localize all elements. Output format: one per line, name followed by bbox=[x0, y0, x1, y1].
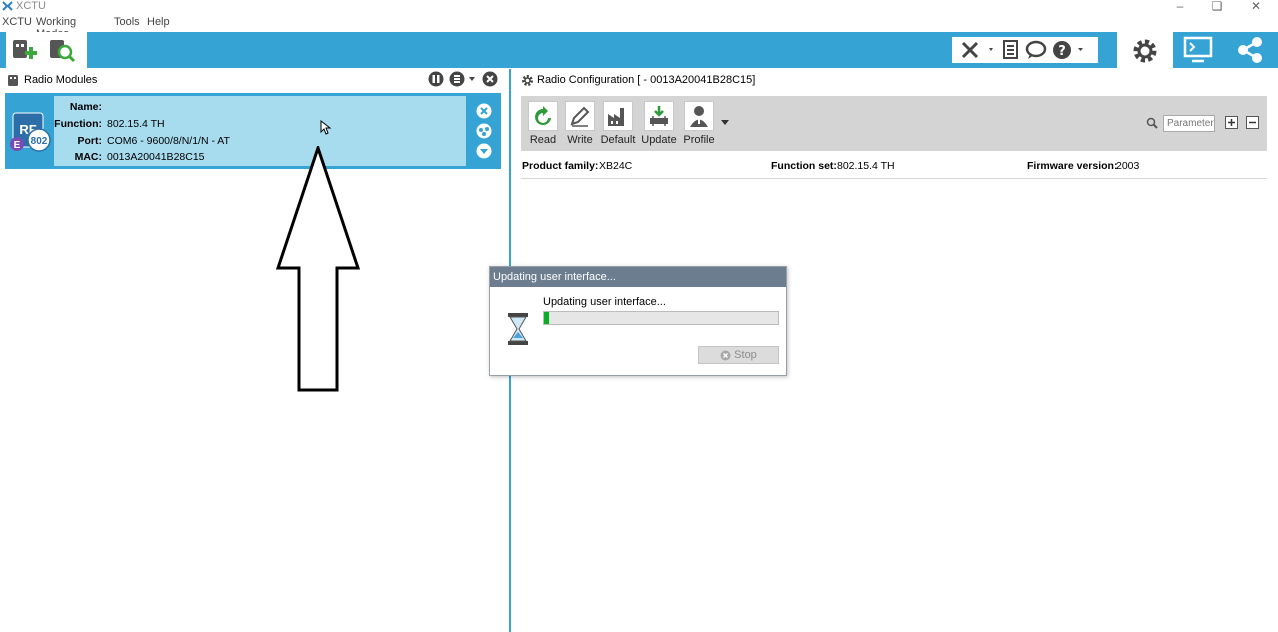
updating-dialog: Updating user interface... Updating user… bbox=[489, 266, 787, 376]
expand-module-icon[interactable] bbox=[476, 143, 492, 159]
dialog-title: Updating user interface... bbox=[490, 267, 786, 287]
update-label: Update bbox=[641, 134, 677, 146]
read-label: Read bbox=[529, 134, 557, 146]
network-mode-icon[interactable] bbox=[1235, 36, 1265, 64]
module-name-label: Name: bbox=[69, 101, 102, 113]
expand-all-icon[interactable] bbox=[1225, 116, 1238, 129]
discover-network-icon[interactable] bbox=[476, 123, 492, 139]
module-function-value: 802.15.4 TH bbox=[107, 118, 165, 130]
stop-label: Stop bbox=[734, 349, 757, 361]
mouse-cursor-icon bbox=[320, 120, 332, 135]
module-info[interactable]: Name: Function: 802.15.4 TH Port: COM6 -… bbox=[54, 96, 466, 166]
update-button[interactable]: Update bbox=[641, 101, 677, 146]
function-set-label: Function set: bbox=[771, 160, 837, 172]
module-port-value: COM6 - 9600/8/N/1/N - AT bbox=[107, 135, 230, 147]
xbee-802-module-icon: RF 802 E bbox=[10, 112, 51, 152]
discover-modules-icon[interactable] bbox=[47, 36, 77, 64]
firmware-version-label: Firmware version: bbox=[1027, 160, 1118, 172]
gear-icon bbox=[522, 75, 533, 86]
radio-module-icon bbox=[8, 75, 18, 86]
default-button[interactable]: Default bbox=[600, 101, 636, 146]
radio-configuration-title: Radio Configuration [ - 0013A20041B28C15… bbox=[537, 74, 756, 86]
module-function-label: Function: bbox=[54, 118, 102, 130]
dialog-message: Updating user interface... bbox=[543, 296, 666, 308]
write-icon bbox=[565, 101, 595, 131]
search-icon bbox=[1146, 117, 1158, 129]
menu-help[interactable]: Help bbox=[147, 16, 170, 28]
remove-module-icon[interactable] bbox=[476, 103, 492, 119]
firmware-info-row: Product family: XB24C Function set: 802.… bbox=[521, 159, 1267, 179]
minimize-button[interactable]: – bbox=[1170, 0, 1190, 12]
profile-icon bbox=[684, 101, 714, 131]
progress-bar bbox=[543, 311, 779, 325]
list-options-icon[interactable] bbox=[449, 71, 477, 87]
read-icon bbox=[528, 101, 558, 131]
tools-icon[interactable] bbox=[960, 40, 996, 60]
badge-e-text: E bbox=[14, 140, 21, 151]
panel-title: Radio Modules bbox=[24, 74, 98, 86]
collapse-all-icon[interactable] bbox=[1246, 116, 1259, 129]
profile-button[interactable]: Profile bbox=[683, 101, 715, 146]
help-icon[interactable]: ? bbox=[1052, 40, 1088, 60]
window-title: XCTU bbox=[16, 0, 46, 12]
read-button[interactable]: Read bbox=[528, 101, 558, 146]
profile-label: Profile bbox=[683, 134, 715, 146]
svg-text:?: ? bbox=[1058, 44, 1066, 59]
restore-button[interactable]: ❏ bbox=[1207, 0, 1227, 12]
radio-modules-header: Radio Modules bbox=[0, 70, 505, 90]
xbee-profile-icon[interactable] bbox=[1002, 40, 1020, 60]
product-family-value: XB24C bbox=[599, 160, 633, 172]
configuration-mode-icon[interactable] bbox=[1130, 36, 1160, 66]
write-label: Write bbox=[567, 134, 593, 146]
function-set-value: 802.15.4 TH bbox=[837, 160, 895, 172]
add-module-icon[interactable] bbox=[10, 36, 38, 64]
stop-icon bbox=[720, 350, 731, 360]
hourglass-icon bbox=[508, 313, 528, 345]
menu-tools[interactable]: Tools bbox=[114, 16, 140, 28]
default-label: Default bbox=[600, 134, 636, 146]
up-arrow-annotation bbox=[276, 146, 361, 392]
firmware-version-value: 2003 bbox=[1116, 160, 1140, 172]
parameter-search-input[interactable] bbox=[1163, 115, 1215, 132]
module-port-label: Port: bbox=[77, 135, 103, 147]
close-window-button[interactable]: ✕ bbox=[1246, 0, 1266, 12]
menu-xctu[interactable]: XCTU bbox=[2, 16, 32, 28]
factory-icon bbox=[603, 101, 633, 131]
remove-all-icon[interactable] bbox=[482, 71, 498, 87]
profile-dropdown-icon[interactable] bbox=[721, 120, 730, 126]
title-bar: XCTU – ❏ ✕ bbox=[0, 0, 1278, 14]
update-firmware-icon bbox=[644, 101, 674, 131]
module-mac-value: 0013A20041B28C15 bbox=[107, 151, 205, 163]
product-family-label: Product family: bbox=[522, 160, 599, 172]
consoles-mode-icon[interactable] bbox=[1183, 36, 1213, 64]
stop-button[interactable]: Stop bbox=[698, 346, 779, 364]
module-mac-label: MAC: bbox=[74, 151, 102, 163]
write-button[interactable]: Write bbox=[565, 101, 595, 146]
progress-fill bbox=[544, 312, 549, 324]
sort-icon[interactable] bbox=[428, 71, 444, 87]
feedback-icon[interactable] bbox=[1025, 40, 1047, 60]
xctu-logo-icon bbox=[2, 1, 13, 11]
